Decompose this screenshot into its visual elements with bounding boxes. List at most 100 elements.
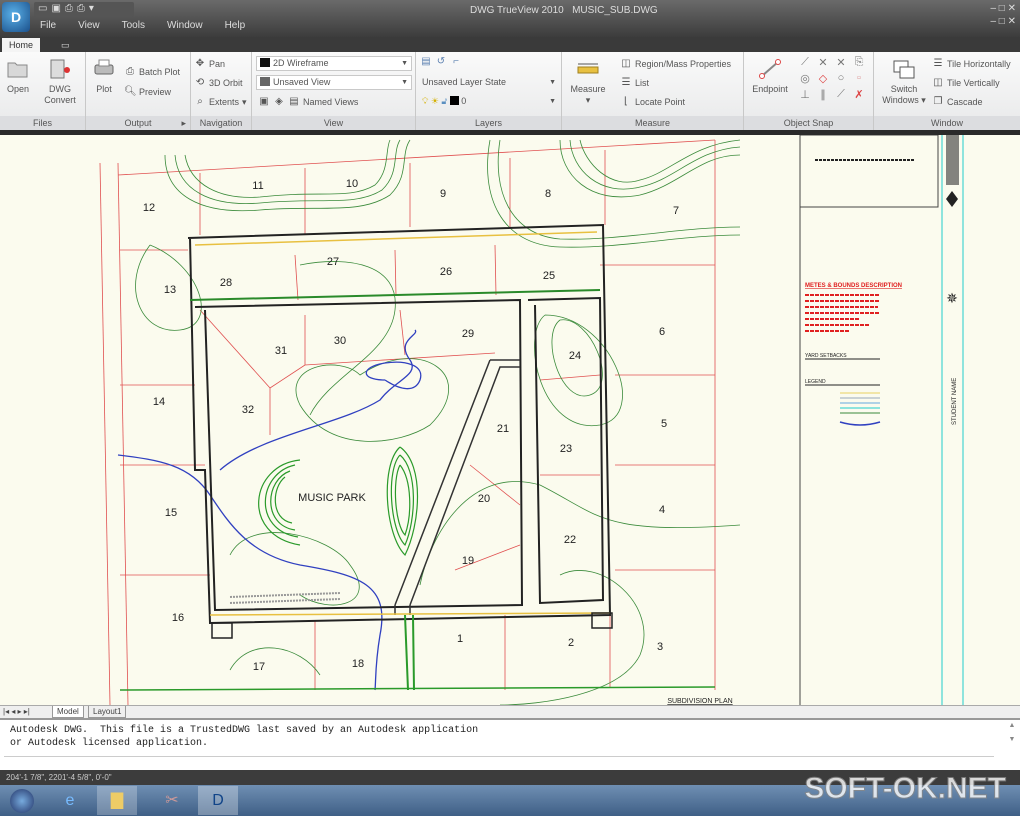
dialog-launcher-icon[interactable]: ▸	[181, 116, 186, 130]
extents-button[interactable]: ⌕ Extents ▾	[194, 96, 246, 108]
panel-measure: Measure ▾ ◫ Region/Mass Properties ☰ List ⌊…	[562, 52, 744, 130]
panel-title-object-snap: Object Snap	[744, 116, 873, 130]
minimize-button[interactable]: –	[990, 3, 996, 14]
list-button[interactable]: ☰ List	[620, 77, 650, 89]
command-scrollbar[interactable]: ▲ ▼	[1006, 722, 1018, 754]
legend-title: LEGEND	[805, 379, 826, 385]
layer-select[interactable]: 💡︎ ☀ 🔓︎ 0 ▼	[418, 94, 560, 109]
taskbar-windows-explorer[interactable]: ▇	[97, 786, 137, 815]
named-views-button[interactable]: ▣ ◈ ▤ Named Views	[258, 96, 358, 108]
plot-icon[interactable]: ⎙	[65, 3, 73, 16]
lot-label: 3	[657, 641, 663, 653]
menu-tools[interactable]: Tools	[122, 20, 145, 31]
cascade-button[interactable]: ❐ Cascade	[932, 96, 983, 108]
endpoint-icon	[759, 59, 781, 79]
menu-view[interactable]: View	[78, 20, 100, 31]
switch-windows-button[interactable]: Switch Windows ▾	[880, 58, 928, 106]
layer-properties-icon[interactable]: ▤	[420, 56, 432, 68]
nearest-icon[interactable]: ⟋	[832, 88, 850, 101]
chevron-down-icon: ▼	[549, 79, 556, 86]
open-button[interactable]: Open	[4, 58, 32, 95]
endpoint-button[interactable]: Endpoint	[748, 58, 792, 95]
dwg-convert-icon	[50, 59, 70, 79]
midpoint-icon[interactable]: ⟋	[796, 56, 814, 69]
maximize-button[interactable]: □	[999, 3, 1005, 14]
tab-home[interactable]: Home	[2, 38, 41, 52]
taskbar-paint[interactable]: ✂	[152, 786, 192, 815]
visual-style-select[interactable]: 2D Wireframe ▼	[256, 56, 412, 71]
tab-layout1[interactable]: Layout1	[88, 706, 127, 718]
intersection-icon[interactable]: ✕	[814, 56, 832, 69]
apparent-intersection-icon[interactable]: ✕	[832, 56, 850, 69]
drawing-canvas[interactable]: 1 2 3 4 5 6 7 8 9 10 11 12 13 14 15 16 1…	[0, 134, 1020, 706]
tangent-icon[interactable]: ○	[832, 72, 850, 85]
lot-label: 30	[334, 335, 346, 347]
quadrant-icon[interactable]: ◇	[814, 72, 832, 85]
sun-icon: ☀	[430, 96, 439, 106]
tab-nav-arrows[interactable]: |◂ ◂ ▸ ▸|	[3, 707, 30, 716]
menu-file[interactable]: File	[40, 20, 56, 31]
ribbon-minimize-button[interactable]: ▭	[54, 38, 77, 52]
pan-label: Pan	[209, 59, 226, 69]
dropdown-icon[interactable]: ▾	[89, 3, 94, 16]
command-input[interactable]	[4, 756, 994, 770]
tab-model[interactable]: Model	[52, 706, 84, 718]
doc-minimize-button[interactable]: –	[990, 16, 996, 27]
plot-button[interactable]: Plot	[90, 58, 118, 95]
lot-label: 16	[172, 612, 184, 624]
lightbulb-icon: 💡︎	[422, 96, 429, 106]
metes-bounds-text	[805, 294, 880, 332]
dwg-convert-label-1: DWG	[49, 84, 71, 94]
center-icon[interactable]: ◎	[796, 72, 814, 85]
wireframe-icon	[260, 58, 270, 67]
taskbar-internet-explorer[interactable]: e	[50, 786, 90, 815]
lot-label: 32	[242, 404, 254, 416]
list-label: List	[635, 78, 650, 88]
application-menu-button[interactable]: D	[2, 2, 30, 32]
layer-isolate-icon[interactable]: ⌐	[450, 56, 462, 68]
tile-horizontally-button[interactable]: ☰ Tile Horizontally	[932, 58, 1011, 70]
doc-maximize-button[interactable]: □	[999, 16, 1005, 27]
node-icon[interactable]: ▫	[850, 72, 868, 85]
osnap-off-icon[interactable]: ✗	[850, 88, 868, 101]
named-views-label: Named Views	[303, 97, 359, 107]
lot-label: 22	[564, 534, 576, 546]
region-icon: ◫	[621, 58, 631, 69]
orbit-button[interactable]: ⟲ 3D Orbit	[194, 77, 243, 89]
layer-previous-icon[interactable]: ↺	[435, 56, 447, 68]
dwg-convert-button[interactable]: DWG Convert	[40, 58, 80, 106]
panel-title-files: Files	[0, 116, 85, 130]
convert-icon[interactable]: ▣	[51, 3, 60, 16]
preview-button[interactable]: 🔍︎ Preview	[124, 86, 171, 98]
doc-close-button[interactable]: ✕	[1008, 16, 1016, 27]
layer-state-select[interactable]: Unsaved Layer State ▼	[418, 75, 560, 90]
region-mass-button[interactable]: ◫ Region/Mass Properties	[620, 58, 731, 70]
lot-label: 27	[327, 256, 339, 268]
ribbon-tab-row: Home ▭	[0, 37, 1020, 52]
locate-point-button[interactable]: ⌊ Locate Point	[620, 96, 685, 108]
unlock-icon: 🔓︎	[441, 96, 448, 106]
menu-help[interactable]: Help	[225, 20, 246, 31]
lot-label: 29	[462, 328, 474, 340]
taskbar-dwg-trueview[interactable]: D	[198, 786, 238, 815]
lot-label: 7	[673, 205, 679, 217]
layer-color-swatch	[449, 96, 459, 105]
printer-icon	[94, 59, 114, 75]
title-block: ✵ STUDENT NAME METES & BOUNDS DESCRIPTIO…	[799, 134, 964, 705]
parallel-icon[interactable]: ∥	[814, 88, 832, 101]
batch-plot-button[interactable]: ⎙ Batch Plot	[124, 66, 180, 78]
ruler-icon	[577, 63, 599, 74]
lot-label: 5	[661, 418, 667, 430]
pan-button[interactable]: ✥ Pan	[194, 58, 225, 70]
tile-vertically-button[interactable]: ◫ Tile Vertically	[932, 77, 999, 89]
open-icon[interactable]: ▭	[38, 3, 47, 16]
perpendicular-icon[interactable]: ⊥	[796, 88, 814, 101]
batch-plot-icon[interactable]: ⎙	[77, 3, 85, 16]
panel-navigation: ✥ Pan ⟲ 3D Orbit ⌕ Extents ▾ Navigation	[191, 52, 252, 130]
measure-button[interactable]: Measure ▾	[568, 58, 608, 106]
start-button[interactable]	[2, 786, 42, 815]
named-view-select[interactable]: Unsaved View ▼	[256, 75, 412, 90]
close-button[interactable]: ✕	[1008, 3, 1016, 14]
menu-window[interactable]: Window	[167, 20, 203, 31]
snap-from-icon[interactable]: ⎘	[850, 56, 868, 69]
